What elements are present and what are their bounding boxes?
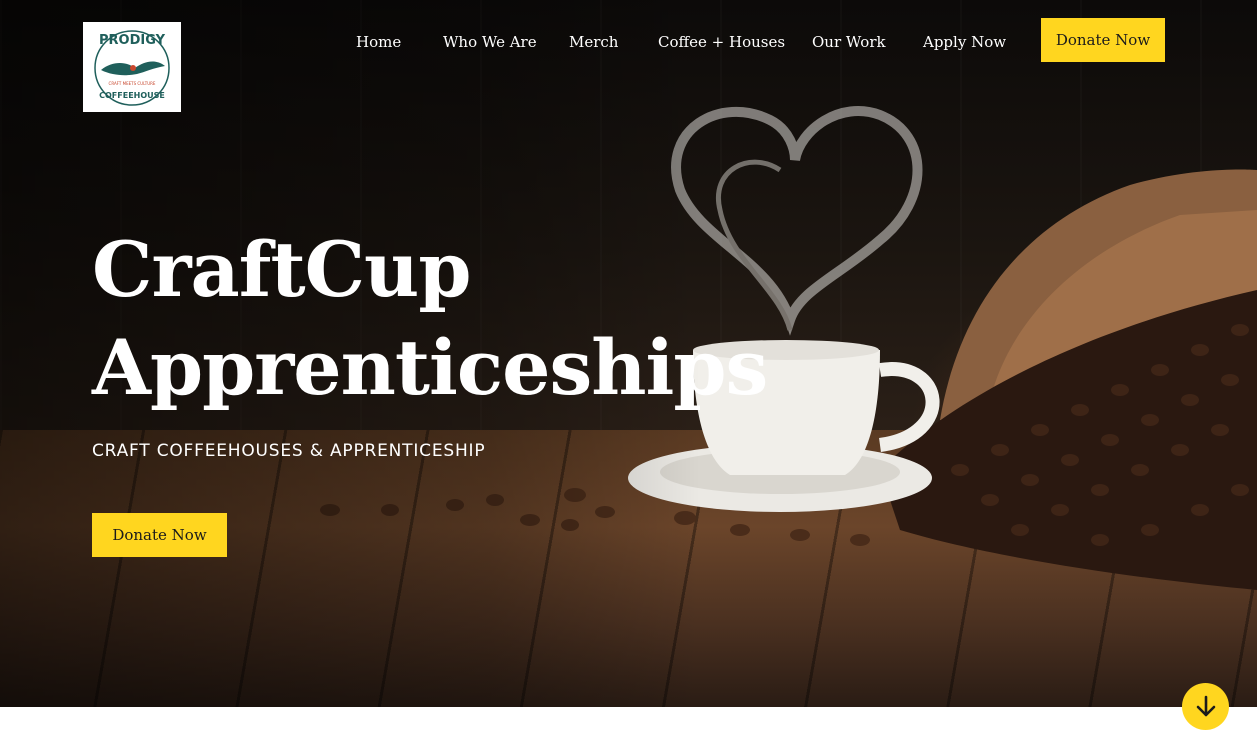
nav-coffee-houses[interactable]: Coffee + Houses [658, 31, 785, 53]
header-donate-button[interactable]: Donate Now [1041, 18, 1165, 62]
nav-who-we-are[interactable]: Who We Are [443, 31, 537, 53]
logo-subbrand: COFFEEHOUSE [99, 91, 165, 100]
prodigy-logo[interactable]: PRODIGY CRAFT MEETS CULTURE COFFEEHOUSE [83, 22, 181, 112]
logo-brand: PRODIGY [99, 33, 166, 48]
hero-title-line-1: CraftCup [92, 225, 471, 314]
nav-merch[interactable]: Merch [569, 31, 618, 53]
nav-apply-now[interactable]: Apply Now [923, 31, 1006, 53]
nav-home[interactable]: Home [356, 31, 401, 53]
hero-title-line-2: Apprenticeships [92, 323, 768, 412]
hero-donate-button[interactable]: Donate Now [92, 513, 227, 557]
arrow-down-icon [1196, 695, 1215, 716]
scroll-down-button[interactable] [1182, 683, 1229, 730]
hero-subtitle: CRAFT COFFEEHOUSES & APPRENTICESHIP [92, 441, 486, 461]
logo-mark: PRODIGY CRAFT MEETS CULTURE COFFEEHOUSE [94, 30, 170, 106]
logo-tagline: CRAFT MEETS CULTURE [109, 81, 156, 86]
steam-heart [671, 106, 923, 336]
nav-our-work[interactable]: Our Work [812, 31, 886, 53]
